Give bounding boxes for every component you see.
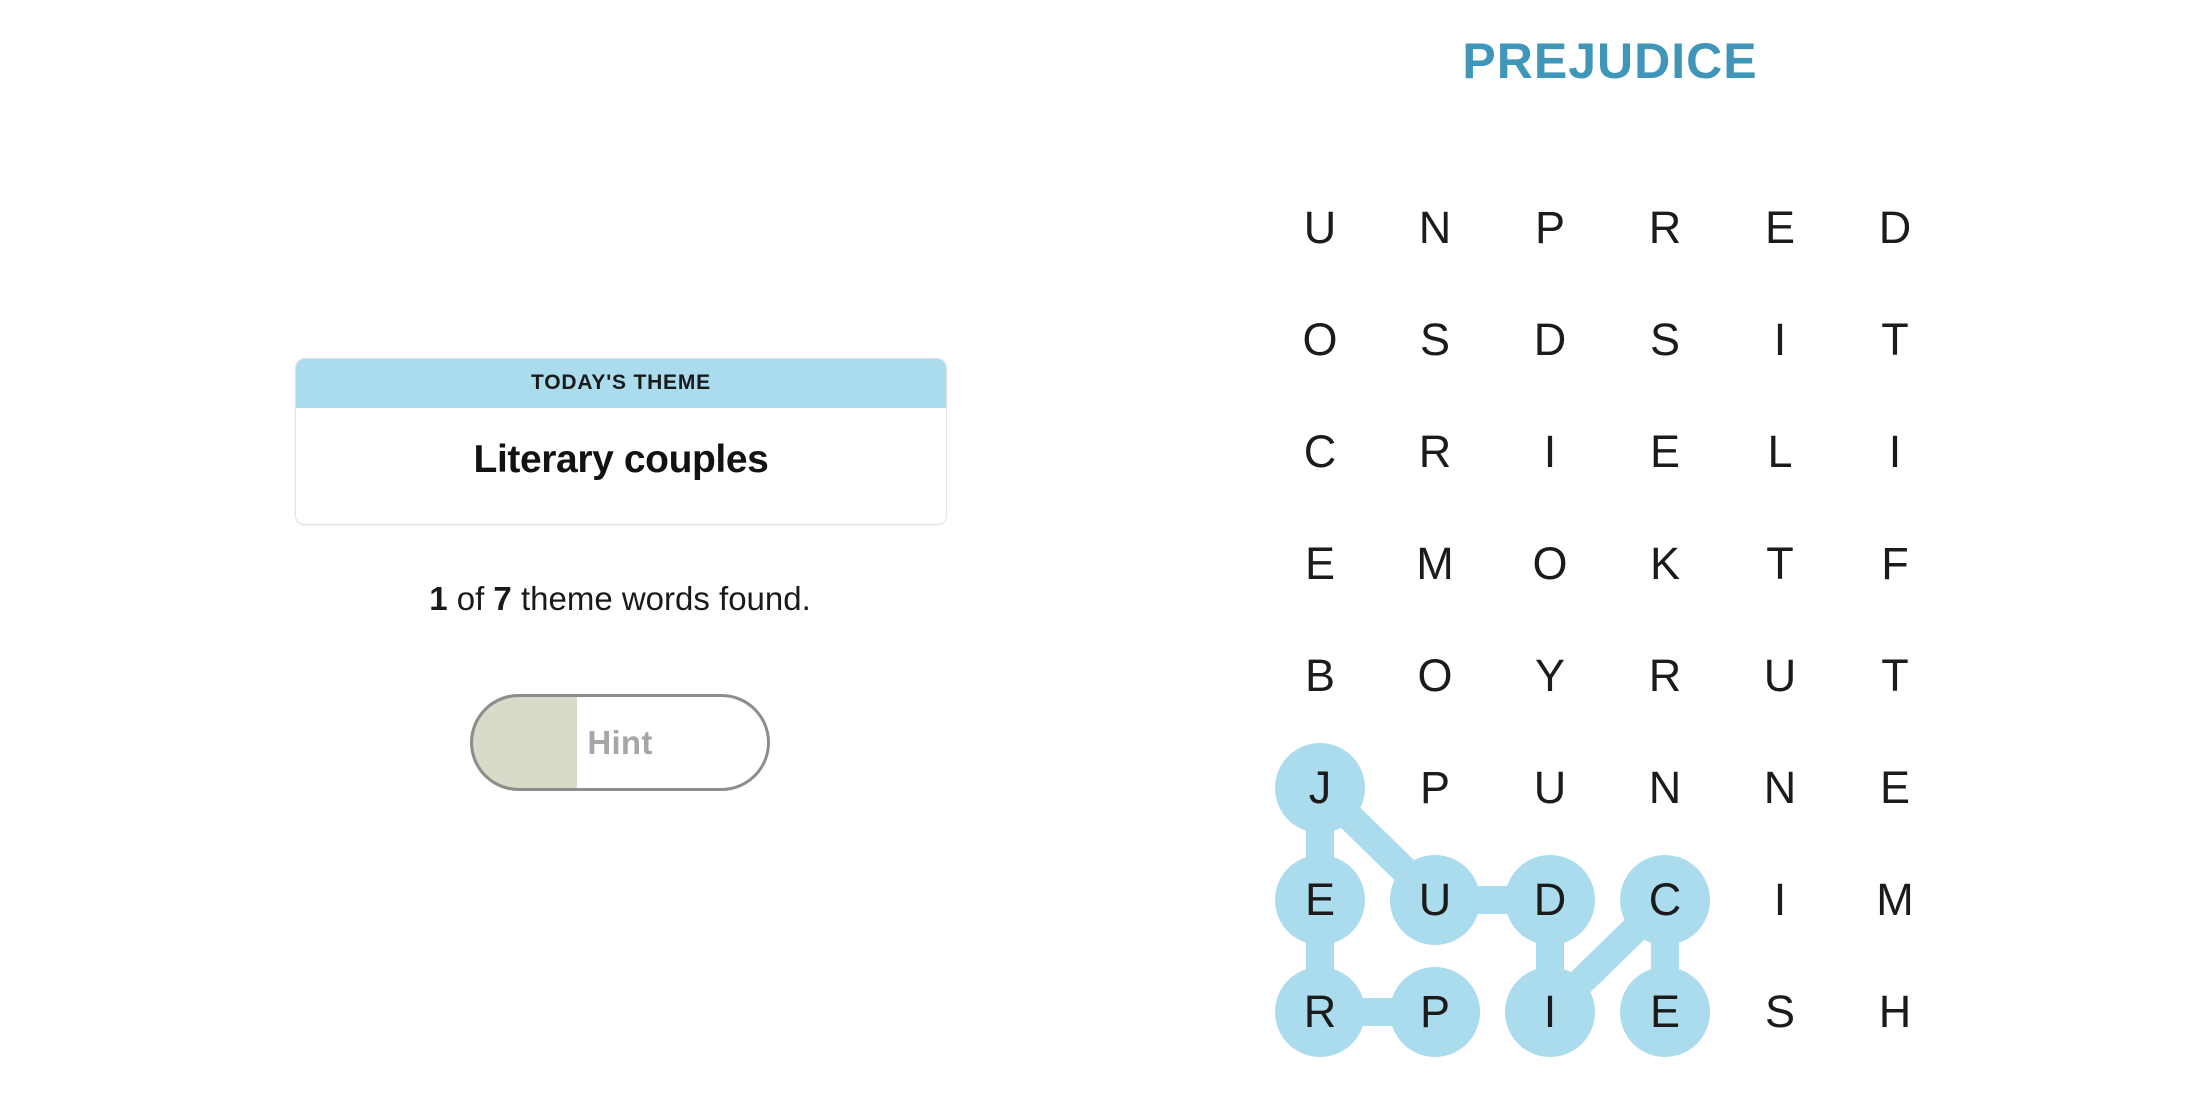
total-count: 7 xyxy=(493,580,512,617)
found-word-highlight-overlay xyxy=(1275,743,1710,1057)
grid-cell[interactable]: O xyxy=(1274,294,1366,386)
grid-cell[interactable]: S xyxy=(1619,294,1711,386)
grid-cell[interactable]: I xyxy=(1504,406,1596,498)
progress-suffix-text: theme words found. xyxy=(511,580,811,617)
grid-cell[interactable]: E xyxy=(1734,182,1826,274)
theme-card-header-label: TODAY'S THEME xyxy=(296,359,946,408)
grid-cell[interactable]: O xyxy=(1504,518,1596,610)
grid-cell[interactable]: E xyxy=(1274,518,1366,610)
grid-cell[interactable]: H xyxy=(1849,966,1941,1058)
grid-cell[interactable]: I xyxy=(1849,406,1941,498)
grid-cell[interactable]: Y xyxy=(1504,630,1596,722)
grid-cell[interactable]: E xyxy=(1849,742,1941,834)
grid-cell[interactable]: I xyxy=(1504,966,1596,1058)
grid-cell[interactable]: R xyxy=(1619,630,1711,722)
grid-cell[interactable]: K xyxy=(1619,518,1711,610)
grid-cell[interactable]: D xyxy=(1504,854,1596,946)
grid-cell[interactable]: R xyxy=(1274,966,1366,1058)
word-search-grid: UNPREDOSDSITCRIELIEMOKTFBOYRUTJPUNNEEUDC… xyxy=(1240,0,2200,1100)
hint-button[interactable]: Hint xyxy=(470,694,770,791)
grid-cell[interactable]: T xyxy=(1849,630,1941,722)
grid-cell[interactable]: N xyxy=(1619,742,1711,834)
grid-cell[interactable]: P xyxy=(1389,742,1481,834)
grid-cell[interactable]: R xyxy=(1619,182,1711,274)
grid-cell[interactable]: D xyxy=(1849,182,1941,274)
grid-cell[interactable]: F xyxy=(1849,518,1941,610)
grid-cell[interactable]: P xyxy=(1504,182,1596,274)
grid-cell[interactable]: E xyxy=(1274,854,1366,946)
grid-cell[interactable]: R xyxy=(1389,406,1481,498)
grid-cell[interactable]: I xyxy=(1734,854,1826,946)
grid-cell[interactable]: M xyxy=(1849,854,1941,946)
puzzle-panel: PREJUDICE UNPREDOSDSITCRIELIEMOKTFBOYRUT… xyxy=(1240,0,2200,1100)
grid-cell[interactable]: L xyxy=(1734,406,1826,498)
grid-cell[interactable]: D xyxy=(1504,294,1596,386)
grid-cell[interactable]: U xyxy=(1734,630,1826,722)
todays-theme-card: TODAY'S THEME Literary couples xyxy=(295,358,947,525)
left-info-panel: TODAY'S THEME Literary couples 1 of 7 th… xyxy=(0,0,1240,1100)
progress-middle-text: of xyxy=(447,580,494,617)
grid-cell[interactable]: U xyxy=(1504,742,1596,834)
hint-button-label: Hint xyxy=(587,723,653,761)
grid-cell[interactable]: O xyxy=(1389,630,1481,722)
grid-cell[interactable]: T xyxy=(1849,294,1941,386)
grid-cell[interactable]: E xyxy=(1619,966,1711,1058)
grid-cell[interactable]: S xyxy=(1389,294,1481,386)
found-count: 1 xyxy=(429,580,448,617)
grid-cell[interactable]: I xyxy=(1734,294,1826,386)
grid-cell[interactable]: E xyxy=(1619,406,1711,498)
grid-cell[interactable]: P xyxy=(1389,966,1481,1058)
grid-cell[interactable]: C xyxy=(1619,854,1711,946)
grid-cell[interactable]: N xyxy=(1734,742,1826,834)
grid-cell[interactable]: U xyxy=(1274,182,1366,274)
grid-cell[interactable]: J xyxy=(1274,742,1366,834)
theme-title: Literary couples xyxy=(473,438,769,481)
theme-card-body: Literary couples xyxy=(296,408,946,524)
theme-words-progress: 1 of 7 theme words found. xyxy=(295,580,945,618)
grid-cell[interactable]: U xyxy=(1389,854,1481,946)
hint-button-container: Hint xyxy=(295,694,945,791)
grid-cell[interactable]: B xyxy=(1274,630,1366,722)
grid-cell[interactable]: N xyxy=(1389,182,1481,274)
grid-cell[interactable]: C xyxy=(1274,406,1366,498)
word-search-app: TODAY'S THEME Literary couples 1 of 7 th… xyxy=(0,0,2200,1100)
grid-cell[interactable]: T xyxy=(1734,518,1826,610)
grid-cell[interactable]: M xyxy=(1389,518,1481,610)
grid-cell[interactable]: S xyxy=(1734,966,1826,1058)
